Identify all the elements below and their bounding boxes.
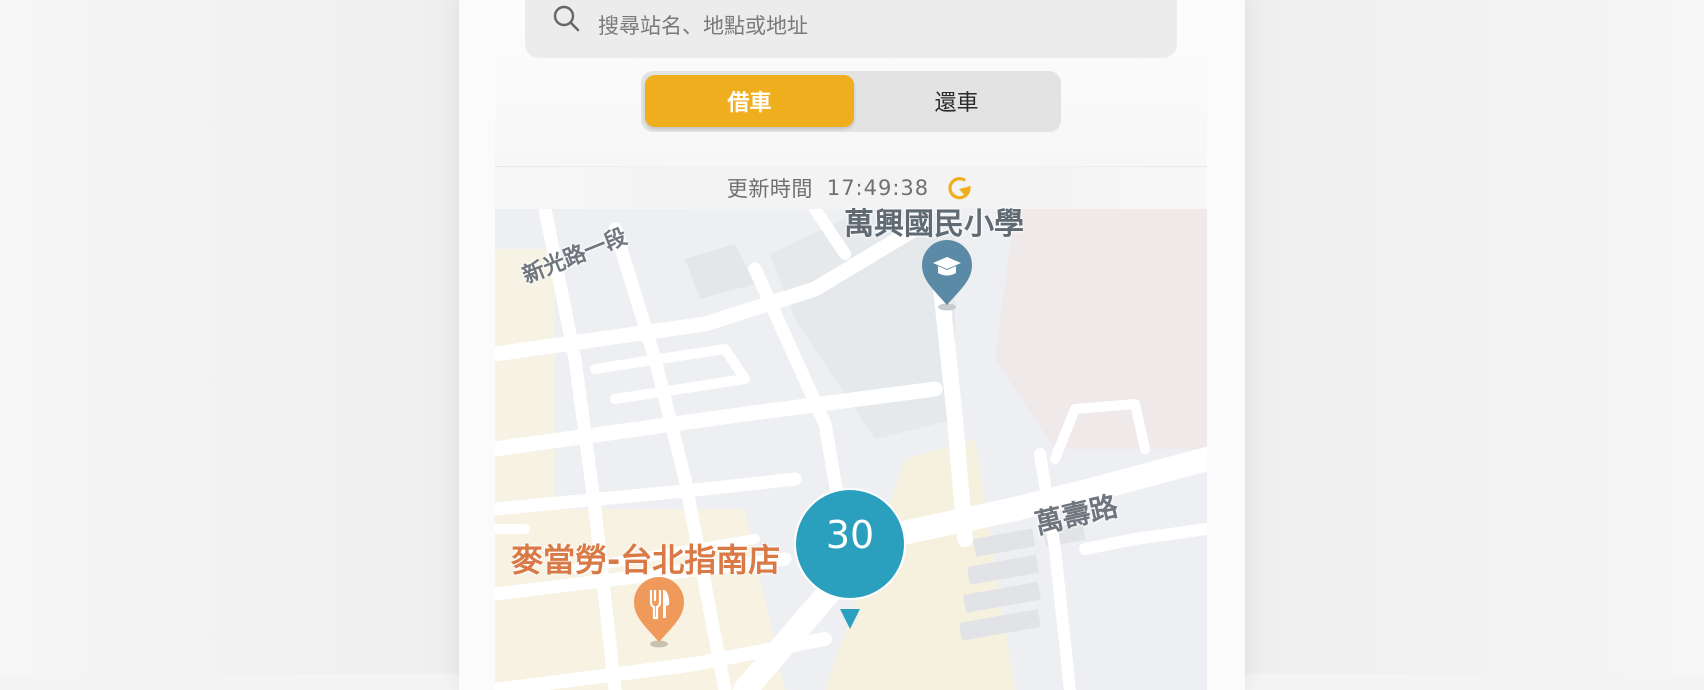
phone-frame: 搜尋站名、地點或地址 借車 還車 更新時間 17:49:38 bbox=[459, 0, 1245, 690]
update-time-value: 17:49:38 bbox=[827, 176, 929, 200]
borrow-return-toggle: 借車 還車 bbox=[641, 71, 1061, 132]
search-input[interactable]: 搜尋站名、地點或地址 bbox=[598, 10, 808, 40]
map-base bbox=[495, 209, 1207, 690]
search-icon bbox=[551, 3, 583, 35]
refresh-icon[interactable] bbox=[945, 173, 975, 203]
poi-label-school[interactable]: 萬興國民小學 bbox=[844, 199, 1024, 243]
map-view[interactable]: 新光路一段 萬壽路 萬興國民小學 麥當勞-台北指南店 30 bbox=[495, 209, 1207, 690]
app-screen: 搜尋站名、地點或地址 借車 還車 更新時間 17:49:38 bbox=[495, 0, 1207, 690]
update-time-label: 更新時間 bbox=[727, 173, 813, 203]
tab-borrow[interactable]: 借車 bbox=[645, 75, 854, 127]
header-area: 搜尋站名、地點或地址 借車 還車 bbox=[495, 0, 1207, 167]
search-bar[interactable]: 搜尋站名、地點或地址 bbox=[525, 0, 1177, 58]
station-count-label: 30 bbox=[794, 513, 906, 557]
poi-label-restaurant[interactable]: 麥當勞-台北指南店 bbox=[511, 535, 780, 581]
tab-return[interactable]: 還車 bbox=[852, 75, 1061, 127]
